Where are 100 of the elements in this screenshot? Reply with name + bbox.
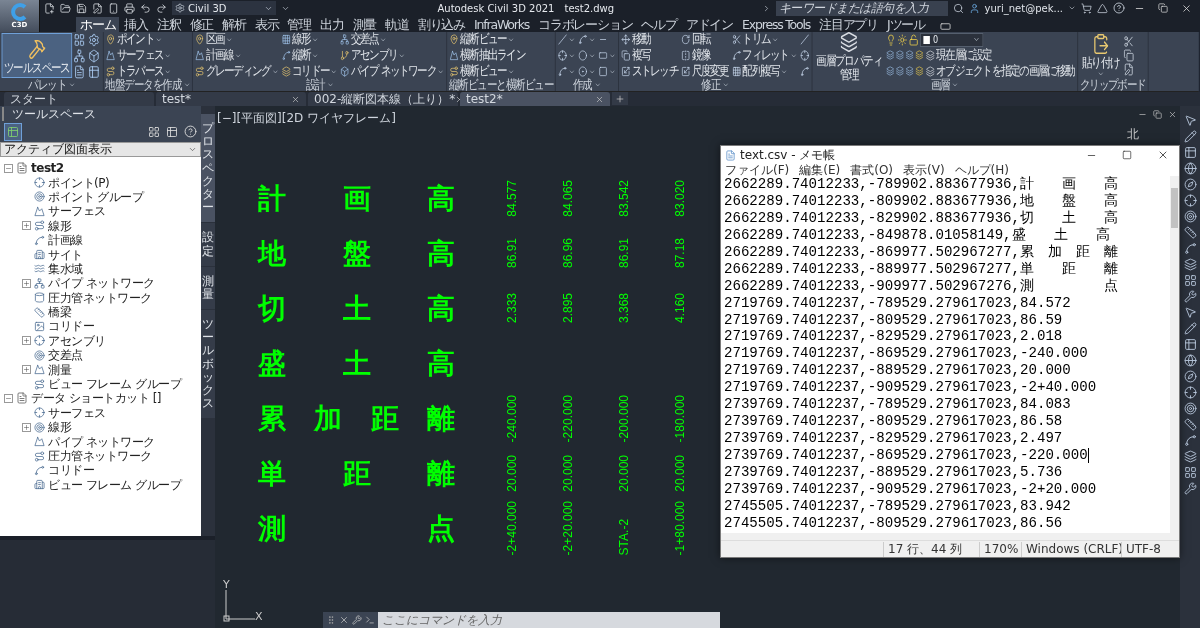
tree-item[interactable]: ビュー フレーム グループ bbox=[48, 477, 182, 492]
drawing-text: 84.065 bbox=[561, 180, 575, 217]
ribbon-button[interactable]: グレーディング bbox=[194, 64, 280, 79]
drawing-text: 83.542 bbox=[617, 180, 631, 217]
ribbon-tab[interactable]: 表示 bbox=[250, 17, 283, 32]
panel-title-button[interactable]: 修正 bbox=[620, 79, 810, 91]
ribbon-button[interactable]: アセンブリ bbox=[339, 48, 445, 63]
ribbon-tab[interactable]: 軌道 bbox=[381, 17, 413, 32]
tree-item[interactable]: コリドー bbox=[48, 319, 94, 334]
tree-item[interactable]: ポイント(P) bbox=[48, 175, 110, 190]
tree-item[interactable]: 圧力管ネットワーク bbox=[48, 449, 152, 463]
tree-item[interactable]: アセンブリ bbox=[48, 333, 106, 348]
ribbon-tab[interactable]: 出力 bbox=[316, 17, 348, 32]
ribbon-tab[interactable]: Jツール bbox=[883, 17, 929, 32]
ribbon-button[interactable]: フィレット bbox=[731, 48, 798, 63]
ribbon-tab[interactable]: ホーム bbox=[76, 17, 120, 32]
panel-title-button[interactable]: クリップボード bbox=[1079, 79, 1146, 91]
text-line: 2745505.74012237,-809529.279617023,86.56 bbox=[724, 514, 1063, 532]
side-tab[interactable]: プロスペクター bbox=[201, 114, 215, 223]
panel-title-button[interactable]: 縦断ビューと横断ビュー bbox=[448, 79, 554, 91]
ribbon-tab[interactable]: ヘルプ bbox=[637, 17, 681, 32]
ribbon-button[interactable]: 複写 bbox=[620, 48, 679, 63]
tree-item[interactable]: 線形 bbox=[48, 420, 71, 435]
ribbon-button[interactable]: コリドー bbox=[280, 64, 338, 79]
ribbon-tab[interactable]: 注目アプリ bbox=[815, 17, 883, 32]
ribbon-button[interactable]: 縦断ビュー bbox=[448, 32, 526, 47]
ribbon-button[interactable]: 交差点 bbox=[339, 32, 445, 47]
tree-item[interactable]: データ ショートカット [] bbox=[31, 391, 161, 406]
tree-item[interactable]: 計画線 bbox=[48, 233, 83, 248]
ribbon-button[interactable]: ストレッチ bbox=[620, 64, 679, 79]
ribbon-tab[interactable]: コラボレーション bbox=[534, 17, 637, 32]
workspace-dropdown[interactable]: Civil 3D bbox=[172, 1, 276, 15]
menu-item[interactable]: 編集(E) bbox=[799, 164, 841, 176]
ribbon-tab[interactable]: アドイン bbox=[681, 17, 738, 32]
ribbon-button[interactable]: 区画 bbox=[194, 32, 280, 47]
ribbon-tab[interactable]: 管理 bbox=[283, 17, 316, 32]
paste-button[interactable]: 貼り付け bbox=[1079, 33, 1122, 78]
tree-item[interactable]: コリドー bbox=[48, 463, 94, 478]
ribbon-tab[interactable]: 測量 bbox=[348, 17, 381, 32]
ribbon-tab[interactable]: Express Tools bbox=[738, 17, 815, 32]
tree-item[interactable]: test2 bbox=[31, 161, 64, 176]
file-tab[interactable]: test2* bbox=[460, 92, 610, 106]
ribbon-tab[interactable]: 挿入 bbox=[120, 17, 152, 32]
tree-item[interactable]: 交差点 bbox=[48, 348, 83, 363]
ribbon-button[interactable]: 線形 bbox=[280, 32, 338, 47]
ribbon-button[interactable]: 回転 bbox=[680, 32, 730, 47]
tree-item[interactable]: ポイント グループ bbox=[48, 189, 144, 204]
ribbon-button[interactable]: 鏡像 bbox=[680, 48, 730, 63]
tree-item[interactable]: パイプ ネットワーク bbox=[48, 434, 155, 449]
ribbon-button[interactable]: トラバース bbox=[105, 64, 172, 79]
viewport-label[interactable]: [−][平面図][2D ワイヤフレーム] bbox=[217, 111, 396, 125]
ribbon-button[interactable]: 計画線 bbox=[194, 48, 280, 63]
ribbon-button[interactable]: 尺度変更 bbox=[680, 64, 730, 79]
ribbon-button[interactable]: サーフェス bbox=[105, 48, 172, 63]
menu-item[interactable]: 表示(V) bbox=[903, 164, 945, 176]
side-tab[interactable]: 設定 bbox=[201, 223, 215, 266]
layer-dropdown[interactable]: 0 bbox=[919, 32, 984, 47]
ribbon-tab[interactable]: InfraWorks bbox=[470, 17, 534, 32]
menu-item[interactable]: ヘルプ(H) bbox=[954, 164, 1009, 176]
file-tab[interactable]: 002-縦断図本線（上り）* bbox=[308, 92, 458, 106]
ribbon-button[interactable]: パイプ ネットワーク bbox=[339, 64, 445, 79]
side-tab[interactable]: 測量 bbox=[201, 266, 215, 310]
ribbon-button[interactable]: 横断抽出ライン bbox=[448, 48, 526, 63]
ribbon-button[interactable]: 横断ビュー bbox=[448, 64, 526, 79]
panel-title-button[interactable]: 設計 bbox=[194, 79, 445, 91]
ribbon-button[interactable]: 配列複写 bbox=[731, 64, 798, 79]
ribbon-button[interactable]: ポイント bbox=[105, 32, 172, 47]
tree-item[interactable]: サーフェス bbox=[48, 405, 106, 420]
tree-item[interactable]: サイト bbox=[48, 247, 83, 262]
tree-item[interactable]: ビュー フレーム グループ bbox=[48, 377, 182, 392]
ribbon-tab[interactable]: 解析 bbox=[218, 17, 250, 32]
tree-item[interactable]: サーフェス bbox=[48, 204, 106, 219]
panel-title-button[interactable]: 作成 bbox=[557, 79, 617, 91]
ribbon-button[interactable]: 縦断 bbox=[280, 48, 338, 63]
panel-title-button[interactable]: パレット bbox=[1, 79, 102, 91]
ribbon-tab[interactable]: 注釈 bbox=[153, 17, 185, 32]
tree-item[interactable]: パイプ ネットワーク bbox=[48, 276, 155, 291]
ribbon-button[interactable]: 移動 bbox=[620, 32, 679, 47]
side-tab[interactable]: ツールボックス bbox=[201, 310, 215, 419]
panel-title-button[interactable]: 地盤データを作成 bbox=[105, 79, 191, 91]
toolspace-button[interactable]: ツールスペース bbox=[1, 33, 73, 78]
tree-item[interactable]: 集水域 bbox=[48, 261, 83, 276]
tree-item[interactable]: 橋梁 bbox=[48, 305, 71, 320]
layer-action-button[interactable]: 現在層に設定 bbox=[924, 47, 993, 63]
search-field[interactable]: キーワードまたは語句を入力 bbox=[775, 0, 948, 16]
file-tab[interactable]: test* bbox=[156, 92, 306, 106]
command-field[interactable]: ここにコマンドを入力 bbox=[378, 612, 720, 628]
tree-item[interactable]: 圧力管ネットワーク bbox=[48, 290, 152, 305]
file-tab[interactable]: スタート bbox=[4, 92, 154, 106]
tree-item[interactable]: 測量 bbox=[48, 362, 71, 377]
ribbon-tab[interactable]: 割り込み bbox=[413, 17, 470, 32]
drawing-text: 測 bbox=[258, 512, 286, 545]
ribbon-tab[interactable]: 修正 bbox=[185, 17, 218, 32]
user-name[interactable]: yuri_net@pek... bbox=[984, 2, 1063, 14]
view-dropdown[interactable]: アクティブ図面表示 bbox=[0, 142, 201, 157]
menu-item[interactable]: 書式(O) bbox=[850, 164, 894, 176]
menu-item[interactable]: ファイル(F) bbox=[725, 164, 790, 176]
ribbon-button[interactable]: トリム bbox=[731, 32, 798, 47]
tree-item[interactable]: 線形 bbox=[48, 218, 71, 233]
layer-action-button[interactable]: オブジェクトを指定の画層に移動 bbox=[924, 63, 1076, 79]
